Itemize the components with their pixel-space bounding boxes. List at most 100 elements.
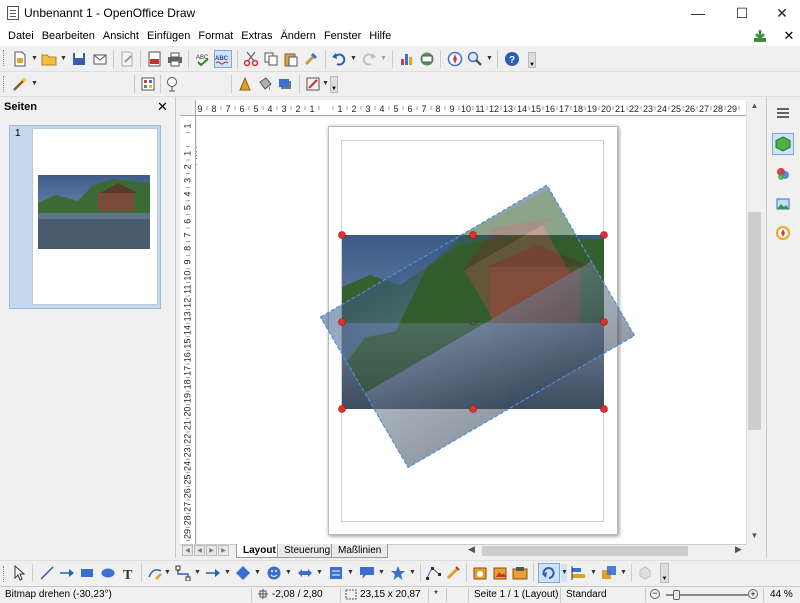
from-file-icon[interactable]	[471, 564, 489, 582]
alignment-icon[interactable]	[570, 564, 588, 582]
stars-dropdown[interactable]: ▼	[409, 564, 416, 582]
points-icon[interactable]	[424, 564, 442, 582]
prev-tab-icon[interactable]: ◀	[194, 545, 205, 556]
menu-hilfe[interactable]: Hilfe	[365, 30, 395, 42]
close-button[interactable]: ✕	[762, 0, 800, 26]
menu-ansicht[interactable]: Ansicht	[99, 30, 143, 42]
crop-dropdown[interactable]: ▼	[322, 75, 329, 93]
styles-icon[interactable]	[772, 163, 794, 185]
flowchart-icon[interactable]	[327, 564, 345, 582]
symbol-shapes-dropdown[interactable]: ▼	[285, 564, 292, 582]
shadow-icon[interactable]	[276, 75, 294, 93]
arrange-icon[interactable]	[600, 564, 618, 582]
styles-wand-icon[interactable]	[11, 75, 29, 93]
spellcheck-icon[interactable]: ABC	[194, 50, 212, 68]
text-tool-icon[interactable]: T	[120, 564, 138, 582]
status-layout[interactable]: Standard	[566, 589, 607, 600]
curve-icon[interactable]	[146, 564, 164, 582]
update-download-icon[interactable]	[752, 28, 768, 44]
basic-shapes-icon[interactable]	[234, 564, 252, 582]
rotate-effects-icon[interactable]	[538, 563, 560, 583]
line-arrow-icon[interactable]	[58, 564, 76, 582]
scroll-right-icon[interactable]: ▶	[735, 544, 742, 555]
zoom-out-icon[interactable]: −	[650, 589, 660, 599]
last-tab-icon[interactable]: ▶	[218, 545, 229, 556]
lines-arrows-dropdown[interactable]: ▼	[224, 564, 231, 582]
close-document-button[interactable]: ✕	[782, 26, 796, 46]
help-icon[interactable]: ?	[503, 50, 521, 68]
callouts-icon[interactable]	[358, 564, 376, 582]
extrusion-icon[interactable]	[636, 564, 654, 582]
horizontal-ruler[interactable]: 1098765432112345678910111213141516171819…	[180, 100, 746, 116]
menu-datei[interactable]: Datei	[4, 30, 38, 42]
maximize-button[interactable]: ☐	[722, 0, 762, 26]
color-bar-icon[interactable]	[139, 75, 157, 93]
menu-aendern[interactable]: Ändern	[276, 30, 319, 42]
stars-icon[interactable]	[389, 564, 407, 582]
toolbar-overflow-icon[interactable]: ▼	[660, 563, 669, 583]
styles-dropdown[interactable]: ▼	[31, 75, 38, 93]
export-pdf-icon[interactable]	[146, 50, 164, 68]
rectangle-icon[interactable]	[78, 564, 96, 582]
status-modified[interactable]: *	[434, 589, 438, 600]
navigator-icon[interactable]	[446, 50, 464, 68]
tab-steuerung[interactable]: Steuerung	[277, 544, 338, 558]
gallery-toolbar-icon[interactable]	[491, 564, 509, 582]
basic-shapes-dropdown[interactable]: ▼	[254, 564, 261, 582]
connector-dropdown[interactable]: ▼	[194, 564, 201, 582]
ellipse-icon[interactable]	[99, 564, 117, 582]
horizontal-scroll-thumb[interactable]	[482, 546, 688, 556]
toolbar-overflow-icon[interactable]: ▼	[528, 52, 536, 68]
sidebar-menu-icon[interactable]	[772, 102, 794, 124]
vertical-ruler[interactable]: 1 1 2 3 4 5 6 7 8 9 10 11 12 13 14 15 16 17 18 19 20 21 22 23 24…	[180, 116, 196, 544]
lines-arrows-icon[interactable]	[204, 564, 222, 582]
toolbar-grip[interactable]	[3, 76, 6, 92]
copy-icon[interactable]	[262, 50, 280, 68]
area-fill-icon[interactable]	[256, 75, 274, 93]
glue-points-icon[interactable]	[444, 564, 462, 582]
menu-format[interactable]: Format	[194, 30, 237, 42]
zoom-dropdown[interactable]: ▼	[486, 50, 493, 68]
clone-formatting-icon[interactable]	[302, 50, 320, 68]
tab-masslinien[interactable]: Maßlinien	[331, 544, 389, 558]
email-icon[interactable]	[92, 50, 110, 68]
status-zoom[interactable]: 44 %	[770, 589, 793, 600]
chart-icon[interactable]	[398, 50, 416, 68]
fontwork-icon[interactable]	[511, 564, 529, 582]
gallery-icon[interactable]	[772, 193, 794, 215]
minimize-button[interactable]: —	[678, 0, 718, 26]
block-arrows-dropdown[interactable]: ▼	[316, 564, 323, 582]
block-arrows-icon[interactable]	[296, 564, 314, 582]
scroll-left-icon[interactable]: ◀	[468, 544, 475, 555]
cut-icon[interactable]	[242, 50, 260, 68]
menu-fenster[interactable]: Fenster	[320, 30, 365, 42]
vertical-scroll-thumb[interactable]	[748, 212, 761, 430]
tab-layout[interactable]: Layout	[236, 544, 283, 558]
zoom-slider-knob[interactable]	[673, 590, 680, 600]
open-dropdown[interactable]: ▼	[60, 50, 67, 68]
arrange-dropdown[interactable]: ▼	[620, 564, 627, 582]
undo-icon[interactable]	[330, 50, 348, 68]
symbol-shapes-icon[interactable]	[265, 564, 283, 582]
redo-icon[interactable]	[360, 50, 378, 68]
effects-dropdown[interactable]: ▼	[561, 564, 568, 582]
menu-einfuegen[interactable]: Einfügen	[143, 30, 194, 42]
properties-icon[interactable]	[772, 133, 794, 155]
crop-image-icon[interactable]	[304, 75, 322, 93]
zoom-in-icon[interactable]: +	[748, 589, 758, 599]
alignment-dropdown[interactable]: ▼	[590, 564, 597, 582]
redo-dropdown[interactable]: ▼	[380, 50, 387, 68]
menu-bearbeiten[interactable]: Bearbeiten	[38, 30, 99, 42]
flowchart-dropdown[interactable]: ▼	[347, 564, 354, 582]
callouts-dropdown[interactable]: ▼	[378, 564, 385, 582]
scroll-down-icon[interactable]: ▼	[748, 531, 761, 543]
toolbar-overflow-icon[interactable]: ▼	[330, 76, 338, 93]
zoom-icon[interactable]	[466, 50, 484, 68]
first-tab-icon[interactable]: ◀	[182, 545, 193, 556]
line-icon[interactable]	[236, 75, 254, 93]
paste-icon[interactable]	[282, 50, 300, 68]
connector-icon[interactable]	[174, 564, 192, 582]
auto-spellcheck-icon[interactable]: ABC	[214, 50, 232, 68]
menu-extras[interactable]: Extras	[237, 30, 276, 42]
toolbar-grip[interactable]	[3, 566, 6, 582]
